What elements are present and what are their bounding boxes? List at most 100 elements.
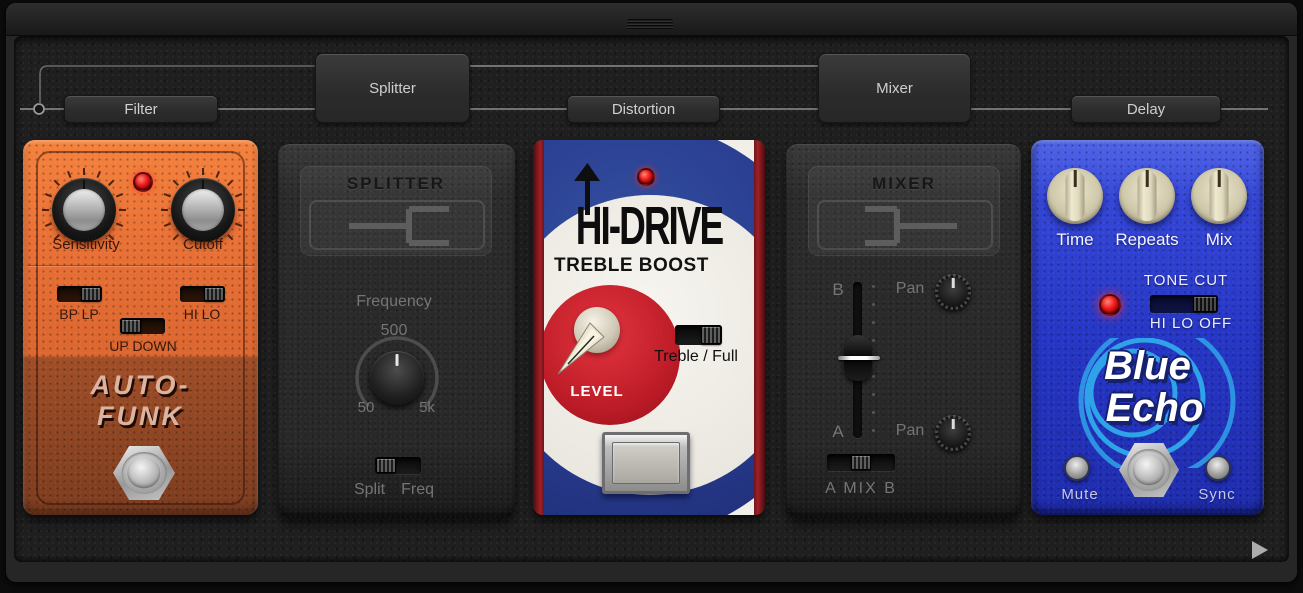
blue-echo-logo: BlueEcho: [1031, 345, 1264, 429]
pan-top-label: Pan: [890, 280, 930, 298]
mixer-title: MIXER: [809, 174, 999, 194]
cutoff-knob[interactable]: [171, 178, 235, 242]
auto-funk-led: [133, 172, 153, 192]
pan-a-knob-pointer: [952, 419, 955, 429]
cutoff-knob-pointer: [202, 180, 204, 189]
pan-b-knob-pointer: [952, 278, 955, 288]
sensitivity-knob-pointer: [83, 180, 85, 189]
router-button-filter[interactable]: Filter: [64, 95, 218, 123]
auto-funk-crease: [27, 265, 254, 266]
time-knob-indicator: [1074, 170, 1077, 187]
router-button-delay-label: Delay: [1127, 101, 1165, 118]
mix-tick: [872, 339, 875, 342]
split-freq-labels: Split Freq: [304, 481, 484, 499]
router-button-splitter[interactable]: Splitter: [315, 53, 470, 123]
auto-funk-logo-line2: FUNK: [97, 401, 184, 431]
mix-knob[interactable]: [1191, 168, 1247, 224]
split-freq-switch[interactable]: [375, 457, 421, 474]
splitter-icon-box: [309, 200, 485, 250]
pedal-mixer: MIXER B Pan A Pan A MIX B: [786, 144, 1021, 518]
auto-funk-logo-line1: AUTO-: [91, 370, 191, 400]
splitter-title: SPLITTER: [301, 174, 491, 194]
pan-a-knob[interactable]: [935, 415, 971, 451]
tone-cut-label: TONE CUT: [1136, 272, 1236, 289]
a-mix-b-label: A MIX B: [811, 480, 911, 498]
split-icon: [311, 202, 487, 250]
mix-slider-handle-line: [838, 356, 880, 360]
hi-drive-face: HI-DRIVE TREBLE BOOST Treble / Full LEVE…: [544, 140, 754, 515]
drag-grip-handle[interactable]: [627, 19, 673, 30]
blue-echo-logo-line1: Blue: [1104, 344, 1191, 388]
router-button-mixer-label: Mixer: [876, 80, 913, 97]
hi-drive-footswitch[interactable]: [602, 432, 690, 494]
bp-lp-switch-slider[interactable]: [81, 287, 101, 301]
blue-echo-logo-line2: Echo: [1092, 386, 1204, 430]
freq-scale-50: 50: [346, 399, 386, 416]
pan-bottom-label: Pan: [890, 422, 930, 440]
mix-tick: [872, 411, 875, 414]
repeats-knob[interactable]: [1119, 168, 1175, 224]
splitter-badge: SPLITTER: [300, 166, 492, 256]
hi-drive-led: [637, 168, 655, 186]
treble-full-switch-slider[interactable]: [701, 326, 721, 344]
split-label: Split: [354, 481, 385, 499]
time-knob[interactable]: [1047, 168, 1103, 224]
sync-label: Sync: [1189, 486, 1245, 503]
hi-drive-right-edge: [754, 140, 765, 515]
freq-scale-5k: 5k: [407, 399, 447, 416]
frequency-knob[interactable]: [370, 351, 424, 405]
up-down-label: UP DOWN: [99, 338, 187, 354]
frequency-knob-pointer: [396, 354, 399, 366]
repeats-knob-indicator: [1146, 170, 1149, 187]
router-button-distortion[interactable]: Distortion: [567, 95, 720, 123]
mix-knob-indicator: [1218, 170, 1221, 187]
up-down-switch[interactable]: [120, 318, 165, 334]
a-mix-b-switch[interactable]: [827, 454, 895, 471]
mix-tick: [872, 429, 875, 432]
mix-tick: [872, 393, 875, 396]
cutoff-knob-cap: [182, 189, 224, 231]
pedal-auto-funk: Sensitivity Cutoff BP LP HI LO UP DOWN A…: [23, 140, 258, 515]
router-button-delay[interactable]: Delay: [1071, 95, 1221, 123]
hi-drive-footswitch-plate: [612, 442, 680, 484]
pan-b-knob[interactable]: [935, 274, 971, 310]
split-freq-switch-slider[interactable]: [376, 458, 396, 473]
mix-tick: [872, 285, 875, 288]
mix-tick: [872, 375, 875, 378]
up-down-switch-slider[interactable]: [121, 319, 141, 333]
mixer-icon-box: [817, 200, 993, 250]
auto-funk-logo: AUTO-FUNK: [23, 370, 258, 432]
merge-icon: [819, 202, 995, 250]
hi-lo-switch-slider[interactable]: [204, 287, 224, 301]
pedal-blue-echo: Time Repeats Mix TONE CUT HI LO OFF Blue…: [1031, 140, 1264, 515]
tone-cut-switch-slider[interactable]: [1193, 296, 1217, 312]
level-label: LEVEL: [557, 383, 637, 400]
frequency-label: Frequency: [314, 293, 474, 311]
hi-drive-logo: HI-DRIVE: [546, 196, 752, 257]
pedalboard-window: Filter Splitter Distortion Mixer Delay S…: [0, 0, 1303, 593]
blue-echo-led: [1099, 294, 1121, 316]
repeats-label: Repeats: [1115, 230, 1179, 250]
treble-boost-subtitle: TREBLE BOOST: [554, 255, 709, 277]
cutoff-label: Cutoff: [153, 236, 253, 253]
pedal-hi-drive: HI-DRIVE TREBLE BOOST Treble / Full LEVE…: [533, 140, 765, 515]
mix-tick: [872, 303, 875, 306]
router-button-distortion-label: Distortion: [612, 101, 675, 118]
play-icon[interactable]: [1252, 541, 1268, 559]
sensitivity-label: Sensitivity: [31, 236, 141, 253]
router-button-mixer[interactable]: Mixer: [818, 53, 971, 123]
bp-lp-switch[interactable]: [57, 286, 102, 302]
router-button-splitter-label: Splitter: [369, 80, 416, 97]
a-mix-b-switch-slider[interactable]: [851, 455, 871, 470]
sensitivity-knob[interactable]: [52, 178, 116, 242]
treble-full-label: Treble / Full: [636, 348, 754, 366]
mixer-badge: MIXER: [808, 166, 1000, 256]
tone-cut-switch[interactable]: [1150, 295, 1218, 313]
pedal-splitter: SPLITTER Frequency 500 50 5k Split Freq: [278, 144, 515, 518]
treble-full-switch[interactable]: [675, 325, 722, 345]
hi-lo-off-label: HI LO OFF: [1141, 315, 1241, 332]
hi-lo-label: HI LO: [170, 306, 234, 322]
bus-b-label: B: [818, 280, 858, 300]
sensitivity-knob-cap: [63, 189, 105, 231]
hi-lo-switch[interactable]: [180, 286, 225, 302]
